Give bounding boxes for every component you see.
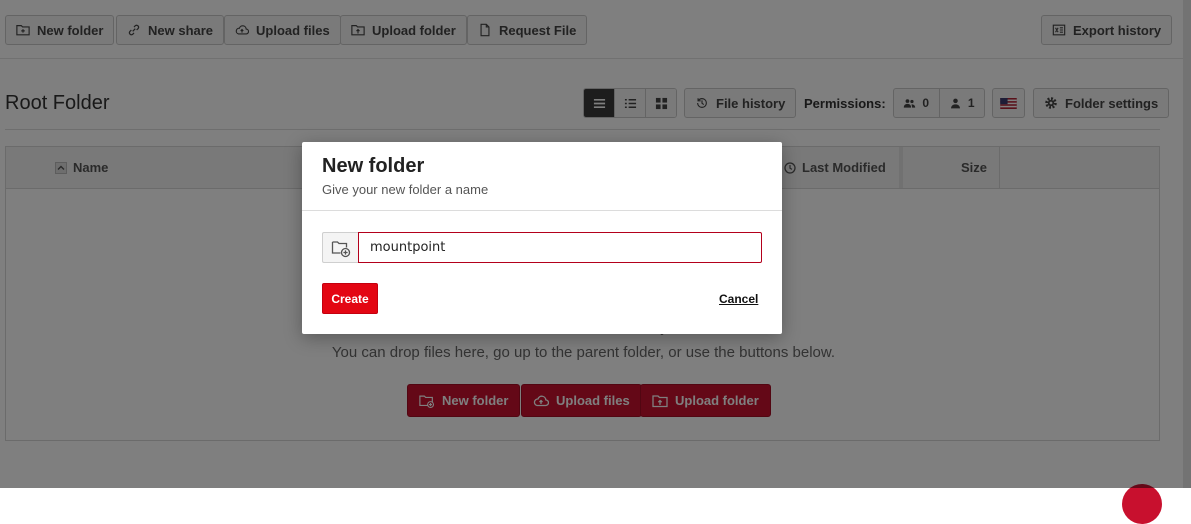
dialog-subtitle: Give your new folder a name <box>322 182 489 197</box>
new-folder-dialog: New folder Give your new folder a name C… <box>302 142 782 334</box>
folder-plus-icon <box>331 240 350 257</box>
input-addon <box>322 232 358 263</box>
cancel-link[interactable]: Cancel <box>719 292 758 306</box>
create-button[interactable]: Create <box>322 283 378 314</box>
dialog-divider <box>302 210 782 211</box>
chat-launcher[interactable] <box>1122 484 1162 524</box>
folder-name-input[interactable] <box>358 232 762 263</box>
dialog-title: New folder <box>322 155 425 177</box>
